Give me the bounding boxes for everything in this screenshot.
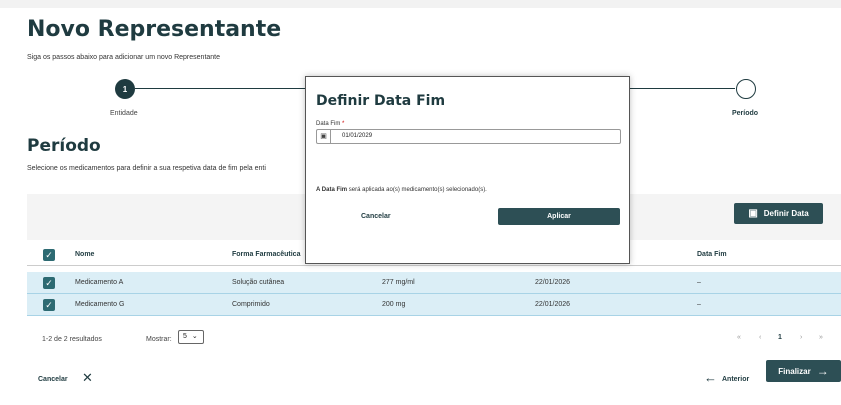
step-1: 1	[115, 79, 135, 99]
row-checkbox[interactable]: ✓	[43, 277, 55, 289]
finish-button[interactable]: Finalizar →	[766, 360, 841, 382]
page-title: Novo Representante	[27, 17, 282, 42]
cancel-button[interactable]: Cancelar	[38, 376, 68, 383]
calendar-icon[interactable]: ▣	[317, 130, 331, 143]
page-size-value: 5	[183, 333, 187, 340]
calendar-icon: ▣	[748, 208, 758, 219]
dialog-note: A Data Fim será aplicada ao(s) medicamen…	[316, 187, 487, 193]
step-connector	[630, 88, 735, 89]
step-3	[736, 79, 756, 99]
cell-nome: Medicamento A	[75, 279, 124, 286]
required-mark: *	[342, 121, 345, 127]
step-connector	[135, 88, 305, 89]
finish-label: Finalizar	[778, 366, 811, 376]
table-row[interactable]: ✓ Medicamento A Solução cutânea 277 mg/m…	[27, 272, 841, 294]
cell-data-fim: –	[697, 301, 701, 308]
end-date-label: Data Fim *	[316, 121, 344, 127]
step-3-label: Período	[732, 110, 759, 117]
chevron-down-icon: ⌄	[191, 333, 198, 340]
section-description: Selecione os medicamentos para definir a…	[27, 165, 266, 172]
section-title: Período	[27, 136, 101, 156]
next-page-button[interactable]: ›	[800, 334, 802, 341]
cell-forma: Comprimido	[232, 301, 270, 308]
cell-nome: Medicamento G	[75, 301, 125, 308]
dialog-cancel-button[interactable]: Cancelar	[361, 213, 391, 220]
end-date-input[interactable]: ▣ 01/01/2029	[316, 129, 621, 144]
page-size-label: Mostrar:	[146, 336, 172, 343]
page-size-select[interactable]: 5 ⌄	[178, 330, 204, 344]
col-nome: Nome	[75, 251, 95, 258]
cell-data: 22/01/2026	[535, 279, 571, 286]
define-date-button[interactable]: ▣ Definir Data	[734, 203, 823, 224]
select-all-checkbox[interactable]: ✓	[43, 249, 55, 261]
dialog-title: Definir Data Fim	[316, 93, 446, 109]
end-date-label-text: Data Fim	[316, 121, 341, 127]
cell-data-fim: –	[697, 279, 701, 286]
col-data-fim: Data Fim	[697, 251, 727, 258]
cell-dosagem: 200 mg	[382, 301, 406, 308]
col-forma: Forma Farmacêutica	[232, 251, 301, 258]
arrow-right-icon: →	[816, 364, 829, 378]
current-page[interactable]: 1	[778, 334, 782, 341]
arrow-left-icon[interactable]: ←	[704, 370, 717, 385]
table-row[interactable]: ✓ Medicamento G Comprimido 200 mg 22/01/…	[27, 294, 841, 316]
row-checkbox[interactable]: ✓	[43, 299, 55, 311]
results-count: 1-2 de 2 resultados	[42, 336, 102, 343]
end-date-value: 01/01/2029	[342, 133, 373, 139]
prev-page-button[interactable]: ‹	[759, 334, 761, 341]
note-text: será aplicada ao(s) medicamento(s) selec…	[347, 187, 487, 193]
note-bold: A Data Fim	[316, 187, 348, 193]
cell-forma: Solução cutânea	[232, 279, 285, 286]
first-page-button[interactable]: «	[737, 334, 741, 341]
page-subtitle: Siga os passos abaixo para adicionar um …	[27, 54, 221, 61]
cell-dosagem: 277 mg/ml	[382, 279, 415, 286]
apply-button[interactable]: Aplicar	[498, 208, 620, 225]
define-date-label: Definir Data	[763, 209, 809, 218]
last-page-button[interactable]: »	[819, 334, 823, 341]
cell-data: 22/01/2026	[535, 301, 571, 308]
previous-button[interactable]: Anterior	[722, 376, 749, 383]
step-1-label: Entidade	[110, 110, 138, 117]
close-icon[interactable]: ✕	[82, 370, 93, 386]
define-end-date-dialog: Definir Data Fim Data Fim * ▣ 01/01/2029…	[305, 76, 630, 264]
